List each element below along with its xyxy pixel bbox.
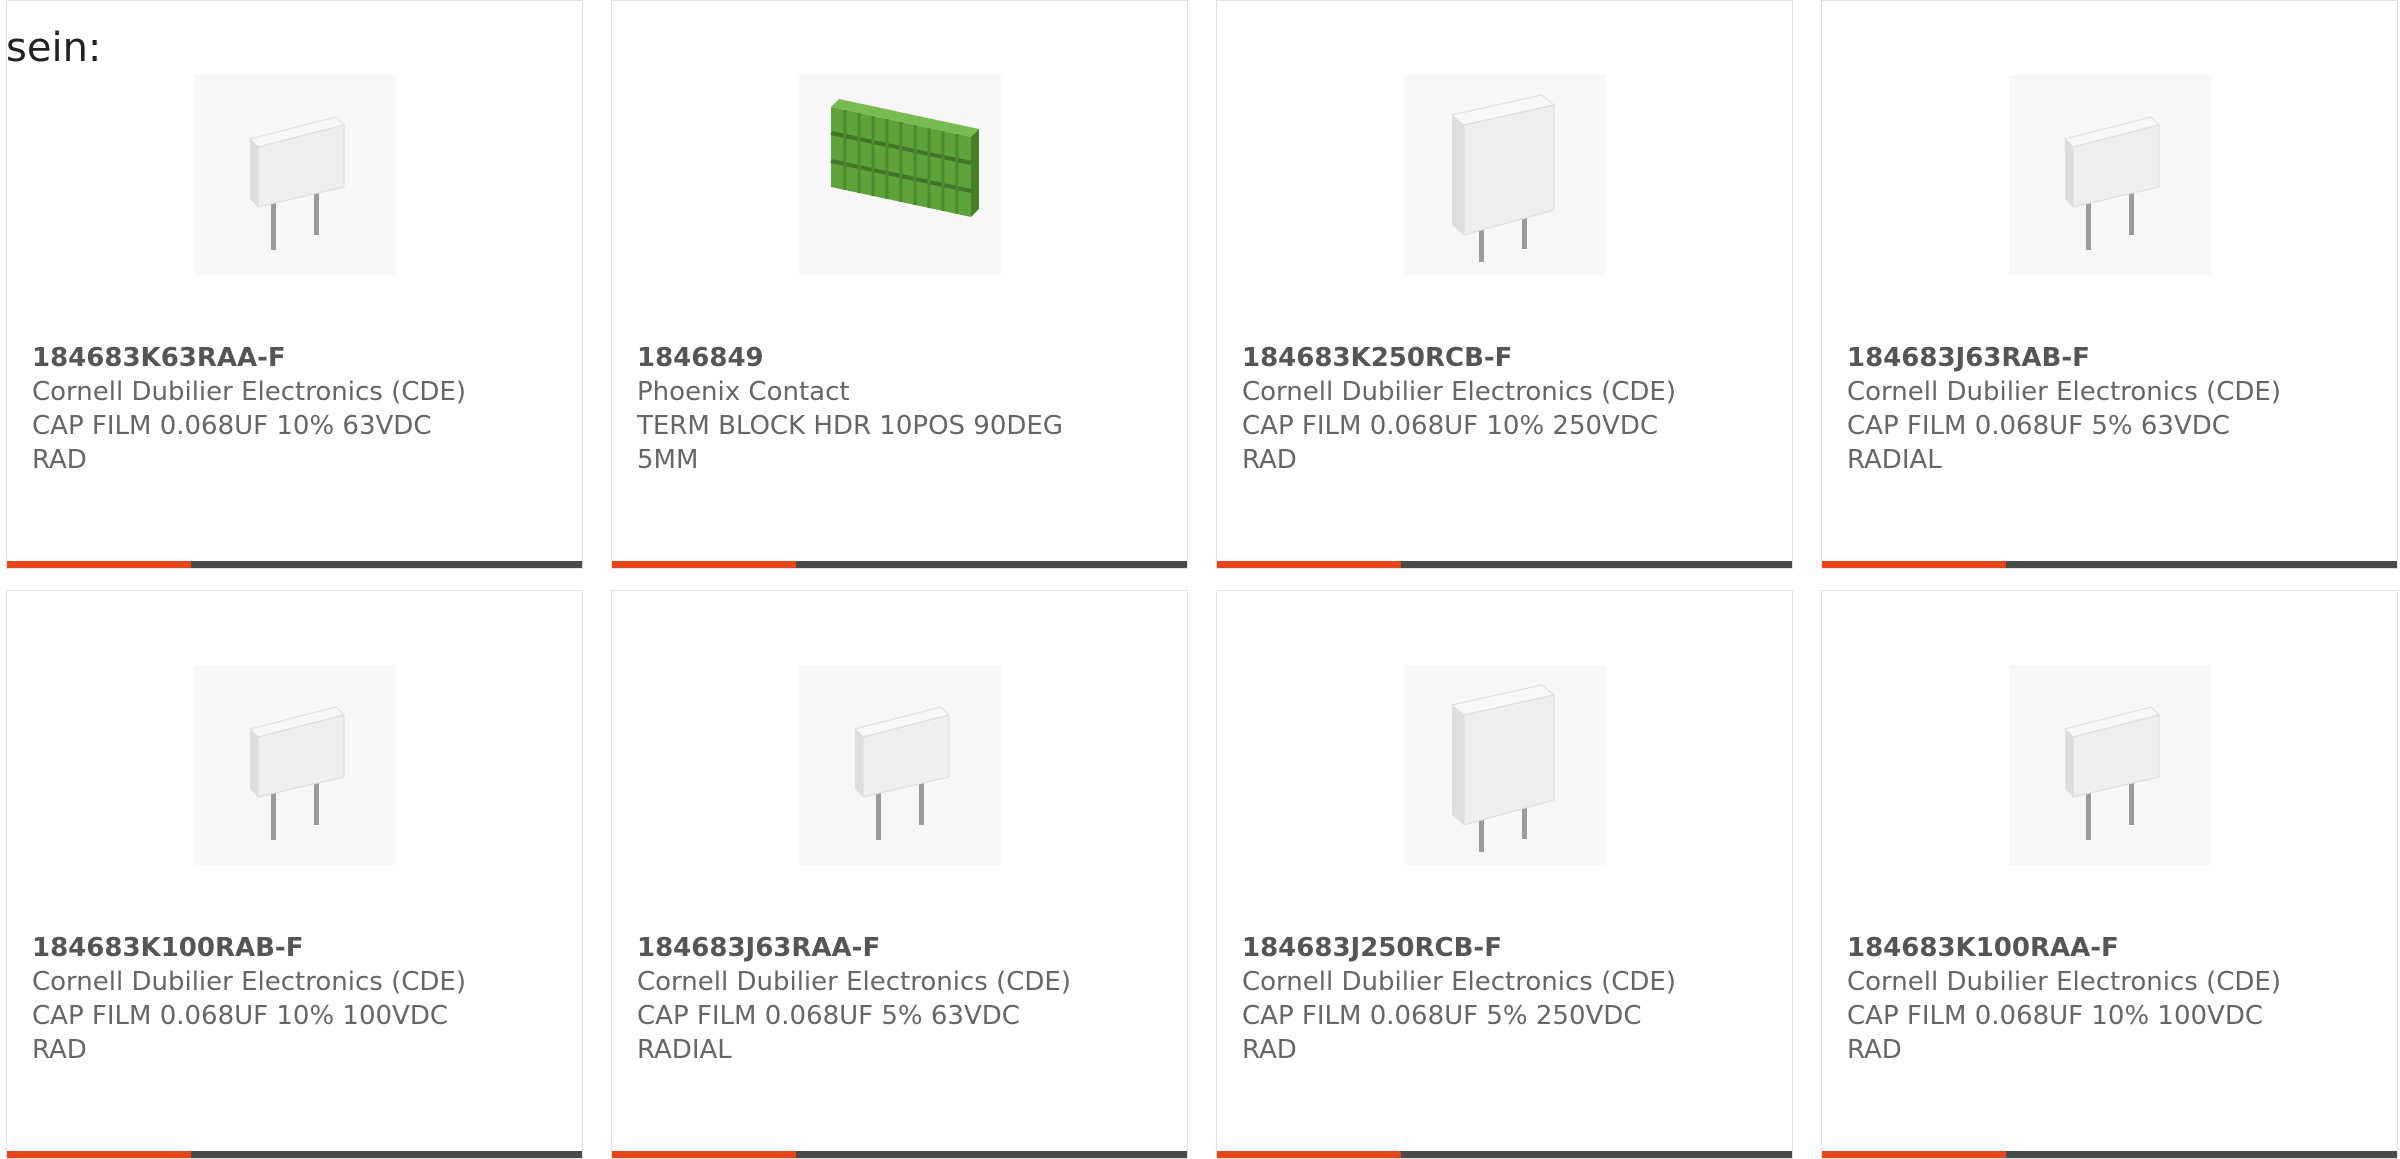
part-number-link[interactable]: 184683K100RAB-F — [32, 931, 552, 965]
product-grid: 184683K63RAA-F Cornell Dubilier Electron… — [6, 0, 2400, 1159]
part-number-link[interactable]: 184683J63RAA-F — [637, 931, 1157, 965]
film-capacitor-small-icon — [193, 665, 396, 865]
film-capacitor-large-icon — [1403, 75, 1606, 275]
part-number-link[interactable]: 1846849 — [637, 341, 1157, 375]
product-image[interactable] — [798, 75, 1001, 275]
card-bottom-bar — [612, 561, 1187, 568]
card-bottom-bar — [7, 561, 582, 568]
part-number-link[interactable]: 184683J63RAB-F — [1847, 341, 2367, 375]
product-card[interactable]: 184683J250RCB-F Cornell Dubilier Electro… — [1216, 590, 1793, 1159]
product-card[interactable]: 1846849 Phoenix Contact TERM BLOCK HDR 1… — [611, 0, 1188, 569]
manufacturer-name: Cornell Dubilier Electronics (CDE) — [32, 377, 466, 407]
product-card[interactable]: 184683K100RAA-F Cornell Dubilier Electro… — [1821, 590, 2398, 1159]
manufacturer-name: Cornell Dubilier Electronics (CDE) — [1847, 377, 2281, 407]
manufacturer-name: Cornell Dubilier Electronics (CDE) — [1847, 967, 2281, 997]
product-description-line2: RADIAL — [1847, 445, 1942, 475]
product-card[interactable]: 184683K250RCB-F Cornell Dubilier Electro… — [1216, 0, 1793, 569]
product-description: CAP FILM 0.068UF 10% 63VDC — [32, 411, 432, 441]
manufacturer-name: Cornell Dubilier Electronics (CDE) — [637, 967, 1071, 997]
product-description-line2: 5MM — [637, 445, 699, 475]
card-accent-bar — [1217, 561, 1401, 568]
film-capacitor-small-icon — [2008, 665, 2211, 865]
card-accent-bar — [1822, 561, 2006, 568]
product-description: CAP FILM 0.068UF 10% 100VDC — [1847, 1001, 2264, 1031]
part-number-link[interactable]: 184683K100RAA-F — [1847, 931, 2367, 965]
film-capacitor-small-icon — [193, 75, 396, 275]
product-image[interactable] — [193, 665, 396, 865]
product-card[interactable]: 184683K63RAA-F Cornell Dubilier Electron… — [6, 0, 583, 569]
product-description-line2: RADIAL — [637, 1035, 732, 1065]
product-description: CAP FILM 0.068UF 5% 63VDC — [1847, 411, 2230, 441]
product-description-line2: RAD — [1847, 1035, 1902, 1065]
product-card[interactable]: 184683J63RAA-F Cornell Dubilier Electron… — [611, 590, 1188, 1159]
product-description: CAP FILM 0.068UF 10% 250VDC — [1242, 411, 1659, 441]
product-description: CAP FILM 0.068UF 5% 63VDC — [637, 1001, 1020, 1031]
product-image[interactable] — [2008, 75, 2211, 275]
product-description-line2: RAD — [32, 1035, 87, 1065]
product-description: TERM BLOCK HDR 10POS 90DEG — [637, 411, 1063, 441]
product-image[interactable] — [1403, 75, 1606, 275]
card-accent-bar — [7, 561, 191, 568]
film-capacitor-small-icon — [2008, 75, 2211, 275]
product-image[interactable] — [1403, 665, 1606, 865]
manufacturer-name: Cornell Dubilier Electronics (CDE) — [1242, 377, 1676, 407]
product-description: CAP FILM 0.068UF 10% 100VDC — [32, 1001, 449, 1031]
manufacturer-name: Phoenix Contact — [637, 377, 850, 407]
product-description-line2: RAD — [1242, 445, 1297, 475]
part-number-link[interactable]: 184683J250RCB-F — [1242, 931, 1762, 965]
part-number-link[interactable]: 184683K250RCB-F — [1242, 341, 1762, 375]
part-number-link[interactable]: 184683K63RAA-F — [32, 341, 552, 375]
terminal-block-icon — [798, 75, 1001, 275]
product-image[interactable] — [2008, 665, 2211, 865]
card-bottom-bar — [1217, 561, 1792, 568]
product-image[interactable] — [798, 665, 1001, 865]
film-capacitor-large-icon — [1403, 665, 1606, 865]
product-description: CAP FILM 0.068UF 5% 250VDC — [1242, 1001, 1642, 1031]
product-image[interactable] — [193, 75, 396, 275]
product-card[interactable]: 184683K100RAB-F Cornell Dubilier Electro… — [6, 590, 583, 1159]
card-accent-bar — [612, 561, 796, 568]
product-description-line2: RAD — [1242, 1035, 1297, 1065]
card-bottom-bar — [1822, 561, 2397, 568]
product-card[interactable]: 184683J63RAB-F Cornell Dubilier Electron… — [1821, 0, 2398, 569]
manufacturer-name: Cornell Dubilier Electronics (CDE) — [32, 967, 466, 997]
film-capacitor-small-icon — [798, 665, 1001, 865]
manufacturer-name: Cornell Dubilier Electronics (CDE) — [1242, 967, 1676, 997]
product-description-line2: RAD — [32, 445, 87, 475]
intro-text: sein: — [6, 25, 102, 71]
